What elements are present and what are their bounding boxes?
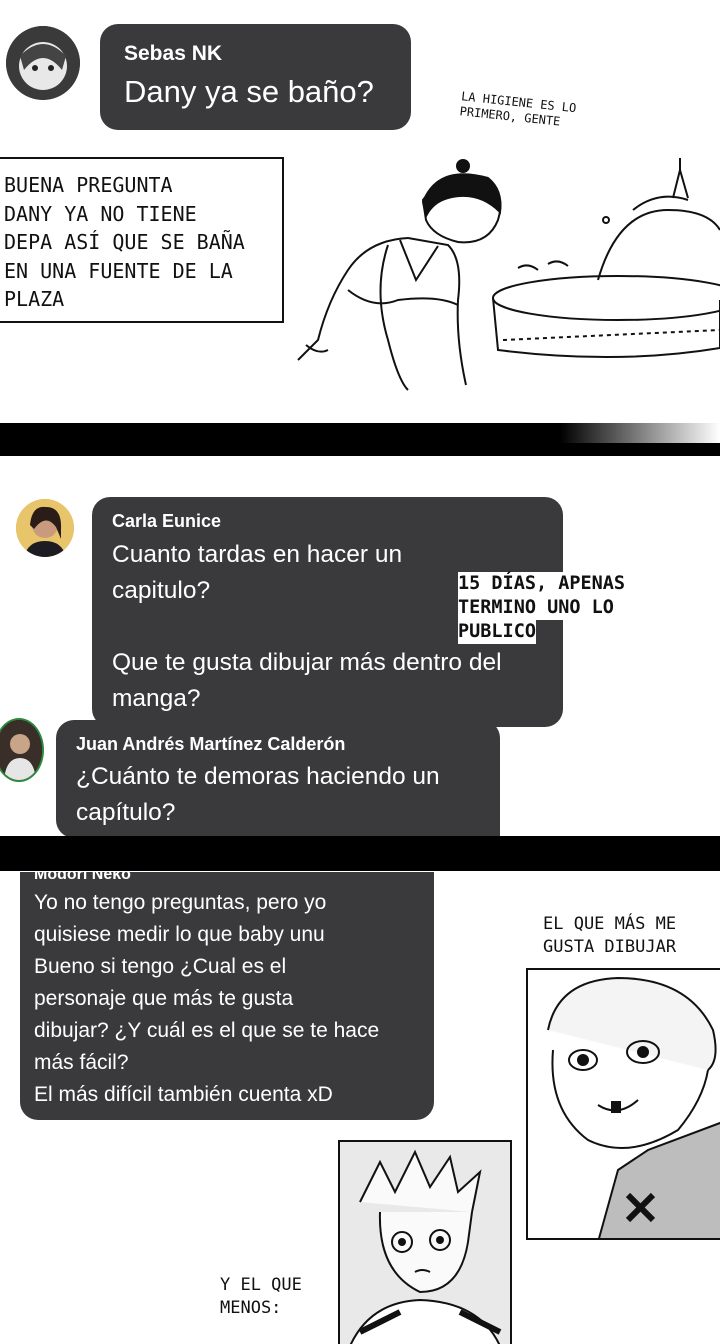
comment-text: ¿Cuánto te demoras haciendo un capítulo? — [76, 763, 440, 826]
comment-bubble-sebas: Sebas NK Dany ya se baño? — [100, 24, 411, 130]
divider-gradient — [560, 423, 720, 443]
comment-text: Dany ya se baño? — [124, 74, 374, 109]
avatar-sebas — [6, 26, 80, 100]
bath-illustration — [288, 150, 720, 400]
favorite-label: EL QUE MÁS ME GUSTA DIBUJAR — [543, 914, 677, 957]
comment-author: Sebas NK — [124, 42, 223, 65]
least-character-panel — [338, 1140, 512, 1344]
comment-author: Modori Neko — [34, 872, 131, 883]
hygiene-note: LA HIGIENE ES LO PRIMERO, GENTE — [458, 89, 577, 129]
avatar-carla — [16, 499, 74, 557]
comment-bubble-juan: Juan Andrés Martínez Calderón ¿Cuánto te… — [56, 720, 500, 838]
bath-answer-box: BUENA PREGUNTA DANY YA NO TIENE DEPA ASÍ… — [0, 157, 284, 323]
time-answer-text: 15 DÍAS, APENAS TERMINO UNO LO PUBLICO — [458, 572, 626, 644]
comment-text: Yo no tengo preguntas, pero yo quisiese … — [34, 891, 380, 1106]
favorite-character-panel — [526, 968, 720, 1240]
divider-band — [0, 836, 720, 871]
comment-bubble-modori: Modori Neko Yo no tengo preguntas, pero … — [20, 872, 434, 1120]
comment-author: Juan Andrés Martínez Calderón — [76, 734, 346, 754]
comment-author: Carla Eunice — [112, 511, 222, 531]
bath-answer-text: BUENA PREGUNTA DANY YA NO TIENE DEPA ASÍ… — [4, 173, 245, 311]
avatar-juan — [0, 718, 44, 782]
least-label: Y EL QUE MENOS: — [220, 1275, 302, 1318]
